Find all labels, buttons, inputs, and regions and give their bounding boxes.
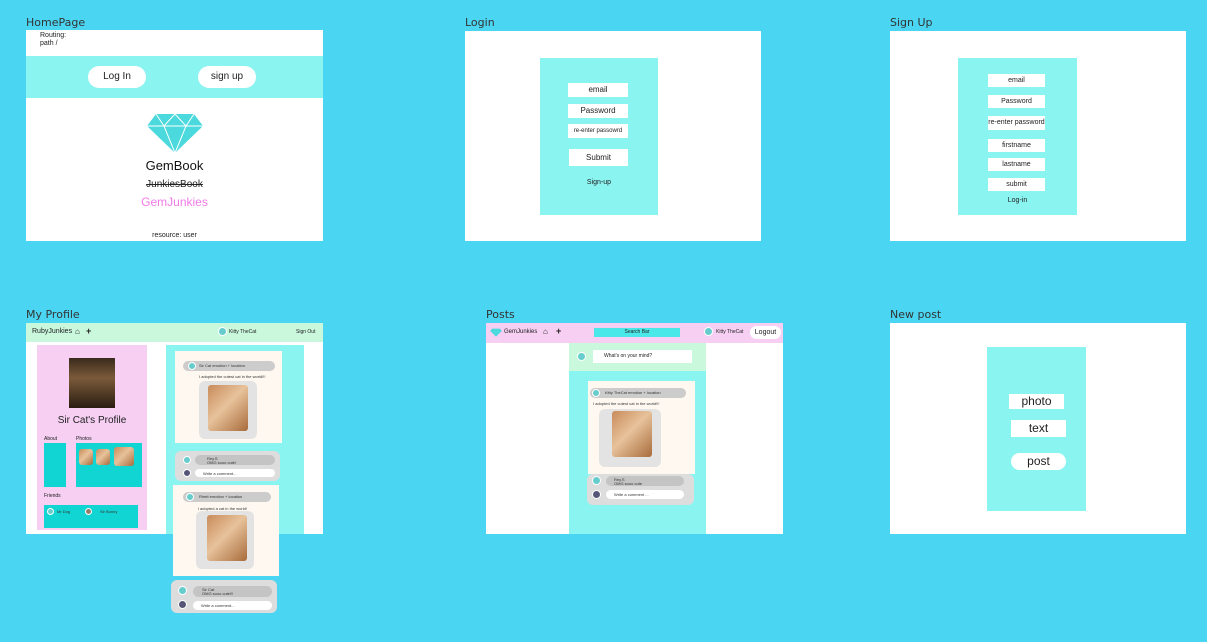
posts-post-text: I adopted the cutest cat in the world!!! bbox=[593, 401, 660, 406]
photo-thumb-1[interactable] bbox=[79, 449, 93, 465]
friends-label: Friends bbox=[44, 493, 61, 499]
photo-thumb-3[interactable] bbox=[114, 447, 134, 466]
photo-option[interactable]: photo bbox=[1009, 394, 1064, 409]
profile-portrait bbox=[69, 358, 115, 408]
comment1-text: OMG sooo cute! bbox=[207, 460, 237, 465]
app-subtitle: GemJunkies bbox=[141, 195, 208, 209]
frame-label-posts: Posts bbox=[486, 308, 515, 321]
login-frame: email Password re-enter passowrd Submit … bbox=[465, 31, 761, 241]
posts-post-header: Kitty TheCat emotion + location bbox=[605, 390, 661, 395]
search-bar[interactable]: Search Bar bbox=[594, 328, 680, 337]
posts-comment-placeholder: Write a comment ... bbox=[614, 492, 649, 497]
struck-title: JunkiesBook bbox=[146, 179, 203, 190]
post2-image bbox=[207, 515, 247, 561]
posts-comment-text: OMG sooo cute bbox=[614, 481, 643, 486]
home-icon[interactable]: ⌂ bbox=[75, 327, 80, 336]
signup-password-field[interactable]: Password bbox=[988, 95, 1045, 108]
post1-header: Sir Cat emotion + location bbox=[199, 363, 245, 368]
newpost-frame: photo text post bbox=[890, 323, 1186, 534]
posts-comment-avatar bbox=[592, 476, 601, 485]
gem-small-icon bbox=[490, 328, 502, 337]
comment2-placeholder: Write a comment... bbox=[201, 603, 235, 608]
post1-text: I adopted the cutest cat in the world!!! bbox=[199, 374, 266, 379]
signup-reenter-field[interactable]: re-enter password bbox=[988, 116, 1045, 130]
profile-title: Sir Cat's Profile bbox=[57, 415, 127, 426]
posts-post-avatar bbox=[592, 389, 600, 397]
friend-avatar-1 bbox=[47, 508, 54, 515]
photos-label: Photos bbox=[76, 436, 92, 442]
email-field[interactable]: email bbox=[568, 83, 628, 97]
reenter-password-field[interactable]: re-enter passowrd bbox=[568, 124, 628, 138]
routing-label: Routing: bbox=[40, 32, 67, 39]
posts-brand[interactable]: GemJunkies bbox=[504, 329, 537, 335]
frame-label-login: Login bbox=[465, 16, 495, 29]
friend-name-1[interactable]: Mr Dog bbox=[57, 509, 70, 514]
gem-logo-icon bbox=[147, 113, 203, 154]
add-icon[interactable]: + bbox=[86, 326, 91, 336]
post2-avatar bbox=[186, 493, 194, 501]
resource-label: resource: user bbox=[152, 232, 197, 239]
signout-link[interactable]: Sign Out bbox=[296, 329, 315, 335]
frame-label-newpost: New post bbox=[890, 308, 942, 321]
password-field[interactable]: Password bbox=[568, 104, 628, 118]
user-avatar bbox=[218, 327, 227, 336]
submit-button[interactable]: Submit bbox=[569, 149, 628, 166]
login-link[interactable]: Log-in bbox=[958, 197, 1077, 204]
comment2-self-avatar bbox=[178, 600, 187, 609]
frame-label-home: HomePage bbox=[26, 16, 86, 29]
comment1-placeholder: Write a comment... bbox=[203, 471, 237, 476]
comment2-avatar bbox=[178, 586, 187, 595]
posts-add-icon[interactable]: + bbox=[556, 326, 561, 336]
post1-image bbox=[208, 385, 248, 431]
frame-label-signup: Sign Up bbox=[890, 16, 933, 29]
signup-link[interactable]: Sign-up bbox=[540, 179, 658, 186]
posts-username[interactable]: Kitty TheCat bbox=[716, 329, 743, 335]
post2-header: Rhett emotion + location bbox=[199, 494, 243, 499]
posts-user-avatar bbox=[704, 327, 713, 336]
lastname-field[interactable]: lastname bbox=[988, 158, 1045, 171]
path-label: path / bbox=[40, 40, 58, 47]
login-button[interactable]: Log In bbox=[88, 66, 146, 88]
friend-avatar-2 bbox=[85, 508, 92, 515]
about-box bbox=[44, 443, 66, 487]
app-title: GemBook bbox=[145, 158, 204, 173]
compose-input[interactable]: What's on your mind? bbox=[593, 350, 692, 363]
about-label: About bbox=[44, 436, 58, 442]
posts-home-icon[interactable]: ⌂ bbox=[543, 327, 548, 336]
home-header-bar bbox=[26, 56, 323, 98]
signup-button[interactable]: sign up bbox=[198, 66, 256, 88]
logout-button[interactable]: Logout bbox=[750, 326, 781, 339]
posts-frame: GemJunkies ⌂ + Search Bar Kitty TheCat L… bbox=[486, 323, 783, 534]
post1-avatar bbox=[188, 362, 196, 370]
homepage-frame: Routing: path / Log In sign up GemBook J… bbox=[26, 30, 323, 241]
text-option[interactable]: text bbox=[1011, 420, 1066, 437]
post-button[interactable]: post bbox=[1011, 453, 1066, 470]
photo-thumb-2[interactable] bbox=[96, 449, 110, 465]
signup-submit-button[interactable]: submit bbox=[988, 178, 1045, 191]
posts-self-avatar bbox=[592, 490, 601, 499]
friend-name-2[interactable]: Sir Bunny bbox=[100, 509, 117, 514]
compose-avatar bbox=[577, 352, 586, 361]
profile-frame: RubyJunkies ⌂ + Kitty TheCat Sign Out Si… bbox=[26, 323, 323, 613]
signup-email-field[interactable]: email bbox=[988, 74, 1045, 87]
profile-username[interactable]: Kitty TheCat bbox=[229, 329, 256, 335]
signup-frame: email Password re-enter password firstna… bbox=[890, 31, 1186, 241]
comment1-avatar bbox=[183, 456, 191, 464]
frame-label-profile: My Profile bbox=[26, 308, 80, 321]
profile-brand[interactable]: RubyJunkies bbox=[32, 328, 72, 335]
comment1-self-avatar bbox=[183, 469, 191, 477]
comment2-text: OMG sooo cute!!! bbox=[202, 591, 234, 596]
firstname-field[interactable]: firstname bbox=[988, 139, 1045, 152]
posts-post-image bbox=[612, 411, 652, 457]
